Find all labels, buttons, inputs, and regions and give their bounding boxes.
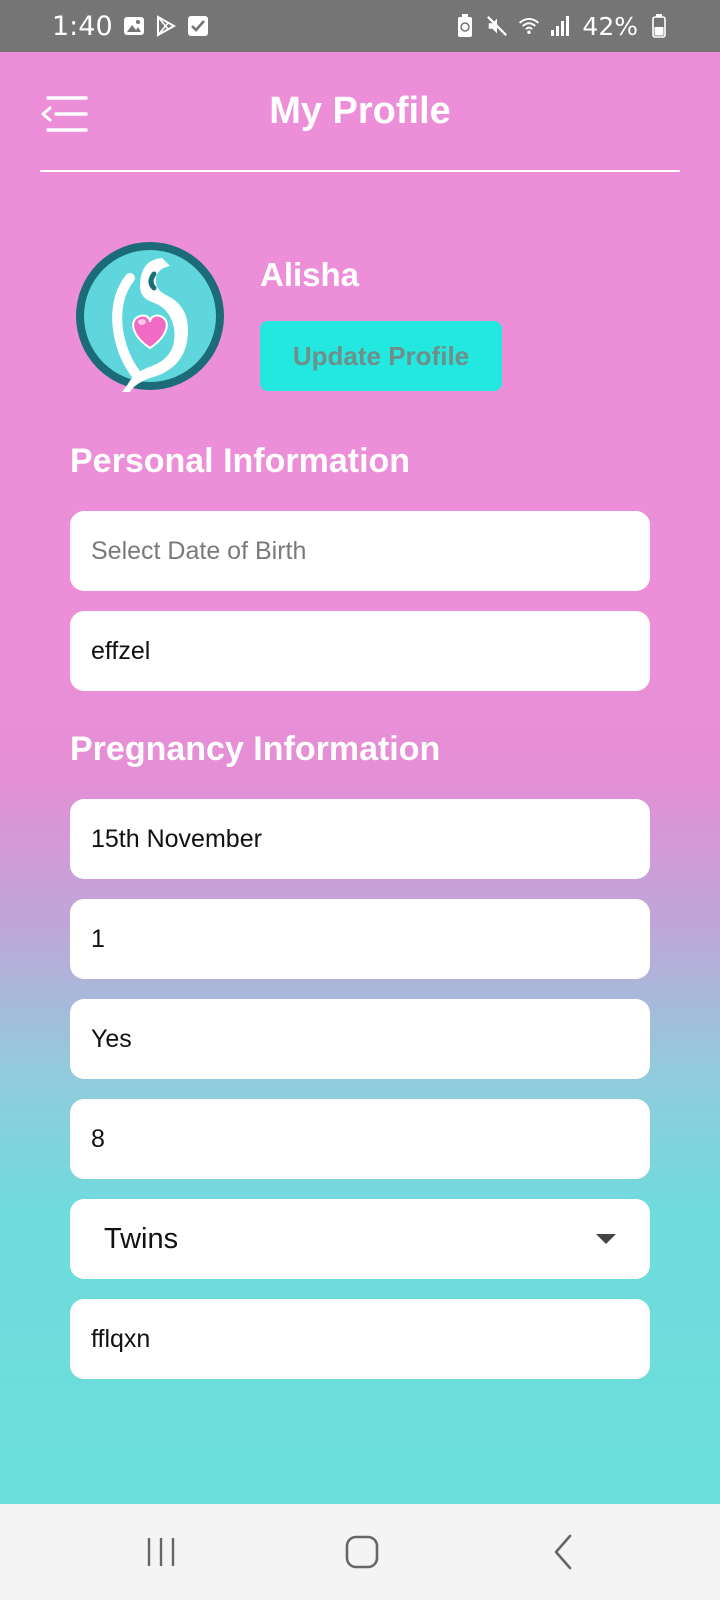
page-title: My Profile — [269, 90, 451, 132]
pregnancy-field-4[interactable]: 8 — [70, 1099, 650, 1179]
checkbox-icon — [187, 15, 209, 37]
pregnancy-type-select[interactable]: Twins — [70, 1199, 650, 1279]
chevron-down-icon — [596, 1234, 616, 1244]
personal-info-title: Personal Information — [70, 442, 411, 480]
status-left: 1:40 — [52, 11, 209, 42]
gallery-icon — [123, 15, 145, 37]
recent-apps-icon — [147, 1538, 175, 1566]
mute-icon — [486, 15, 508, 37]
header-divider — [40, 170, 680, 172]
recycle-battery-icon — [454, 14, 476, 37]
status-bar: 1:40 42% — [0, 0, 720, 52]
pregnancy-field-6[interactable]: fflqxn — [70, 1299, 650, 1379]
play-store-icon — [155, 15, 177, 37]
battery-percent: 42% — [582, 11, 638, 41]
header: My Profile — [0, 52, 720, 172]
update-profile-button[interactable]: Update Profile — [260, 321, 502, 391]
pregnancy-field-3[interactable]: Yes — [70, 999, 650, 1079]
pregnancy-field-2[interactable]: 1 — [70, 899, 650, 979]
status-time: 1:40 — [52, 10, 113, 42]
signal-icon — [550, 15, 572, 37]
pregnancy-type-value: Twins — [104, 1222, 179, 1255]
dob-field[interactable]: Select Date of Birth — [70, 511, 650, 591]
wifi-icon — [518, 15, 540, 37]
pregnancy-heart-logo — [76, 242, 224, 392]
user-name: Alisha — [260, 256, 360, 293]
due-date-field[interactable]: 15th November — [70, 799, 650, 879]
back-button[interactable] — [534, 1524, 594, 1580]
back-icon — [554, 1534, 572, 1570]
home-icon — [345, 1535, 379, 1569]
profile-screen: My Profile Alisha Update Profile Persona… — [0, 52, 720, 1504]
pregnancy-info-title: Pregnancy Information — [70, 730, 441, 768]
status-right: 42% — [454, 12, 670, 41]
battery-icon — [648, 14, 670, 38]
personal-text-field[interactable]: effzel — [70, 611, 650, 691]
avatar — [70, 238, 230, 398]
system-nav-bar — [0, 1504, 720, 1600]
home-button[interactable] — [332, 1524, 392, 1580]
recent-apps-button[interactable] — [131, 1524, 191, 1580]
